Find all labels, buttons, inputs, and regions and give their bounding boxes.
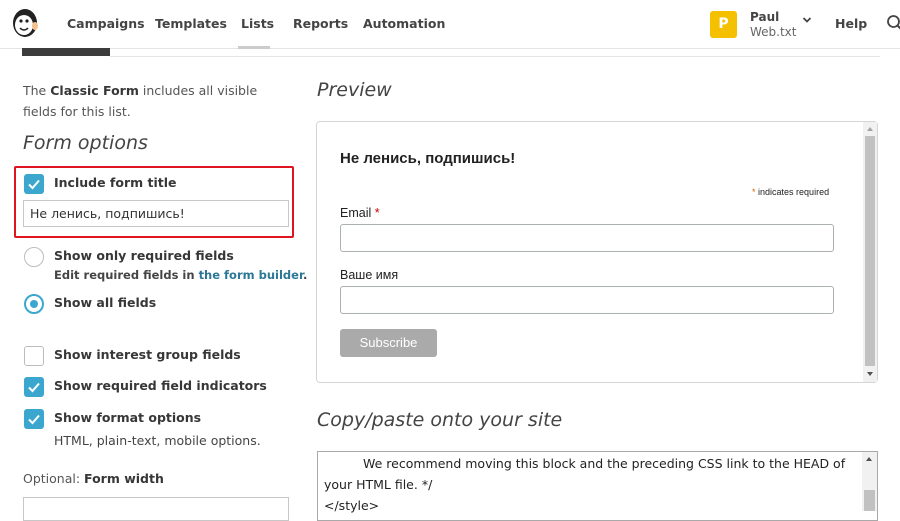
nav-active-indicator [238,46,270,49]
nav-reports[interactable]: Reports [293,16,348,31]
form-builder-link[interactable]: the form builder [199,268,303,282]
email-label-text: Email [340,206,372,220]
code-scroll-up-icon[interactable] [866,457,872,461]
form-width-input[interactable] [23,497,289,521]
scroll-up-icon[interactable] [867,127,873,131]
user-name[interactable]: Paul [750,10,779,24]
intro-text: The Classic Form includes all visible fi… [23,80,293,122]
include-title-checkbox[interactable] [24,174,44,194]
form-title-input[interactable] [23,200,289,227]
required-only-sub-suffix: . [302,268,308,282]
intro-prefix: The [23,83,51,98]
format-options-sub: HTML, plain-text, mobile options. [54,433,261,448]
required-only-radio[interactable] [24,247,44,267]
active-tab-indicator[interactable] [22,48,110,56]
nav-automation[interactable]: Automation [363,16,445,31]
format-options-checkbox[interactable] [24,409,44,429]
nav-lists[interactable]: Lists [241,16,274,31]
name-label: Ваше имя [340,268,399,282]
preview-form-title: Не ленись, подпишись! [340,150,516,167]
all-fields-label[interactable]: Show all fields [54,295,156,310]
intro-bold: Classic Form [50,83,139,98]
avatar[interactable]: P [710,11,737,38]
preview-heading: Preview [317,79,392,101]
form-options-heading: Form options [23,132,148,154]
tab-divider [110,56,880,57]
chevron-down-icon[interactable] [802,15,812,25]
user-org[interactable]: Web.txt [750,25,797,39]
form-width-label-bold: Form width [84,471,164,486]
required-only-label[interactable]: Show only required fields [54,248,234,263]
checkmark-icon [28,414,40,425]
preview-scroll-thumb[interactable] [865,136,875,366]
scroll-down-icon[interactable] [867,372,873,376]
name-input[interactable] [340,286,834,314]
subscribe-button[interactable]: Subscribe [340,329,437,357]
email-label: Email * [340,206,380,220]
format-options-label[interactable]: Show format options [54,410,201,425]
search-icon[interactable] [886,14,900,32]
required-note: * indicates required [752,187,829,197]
embed-code-text[interactable]: We recommend moving this block and the p… [324,453,856,516]
required-indicators-label[interactable]: Show required field indicators [54,378,267,393]
code-scroll-thumb[interactable] [864,490,875,511]
help-link[interactable]: Help [835,16,867,31]
nav-templates[interactable]: Templates [155,16,227,31]
form-width-prefix: Optional: [23,471,85,486]
required-indicators-checkbox[interactable] [24,377,44,397]
required-only-sub: Edit required fields in the form builder… [54,268,307,282]
all-fields-radio[interactable] [24,294,44,314]
checkmark-icon [28,382,40,393]
top-navigation: Campaigns Templates Lists Reports Automa… [0,0,900,49]
required-only-sub-prefix: Edit required fields in [54,268,199,282]
copy-heading: Copy/paste onto your site [317,409,563,431]
interest-groups-checkbox[interactable] [24,346,44,366]
mailchimp-logo-icon[interactable] [10,6,40,40]
checkmark-icon [28,179,40,190]
required-note-text: indicates required [758,187,830,197]
nav-campaigns[interactable]: Campaigns [67,16,145,31]
interest-groups-label[interactable]: Show interest group fields [54,347,241,362]
required-star: * [752,187,756,197]
email-input[interactable] [340,224,834,252]
include-title-label[interactable]: Include form title [54,175,177,190]
form-width-label: Optional: Form width [23,471,164,486]
email-required-star: * [374,206,380,220]
